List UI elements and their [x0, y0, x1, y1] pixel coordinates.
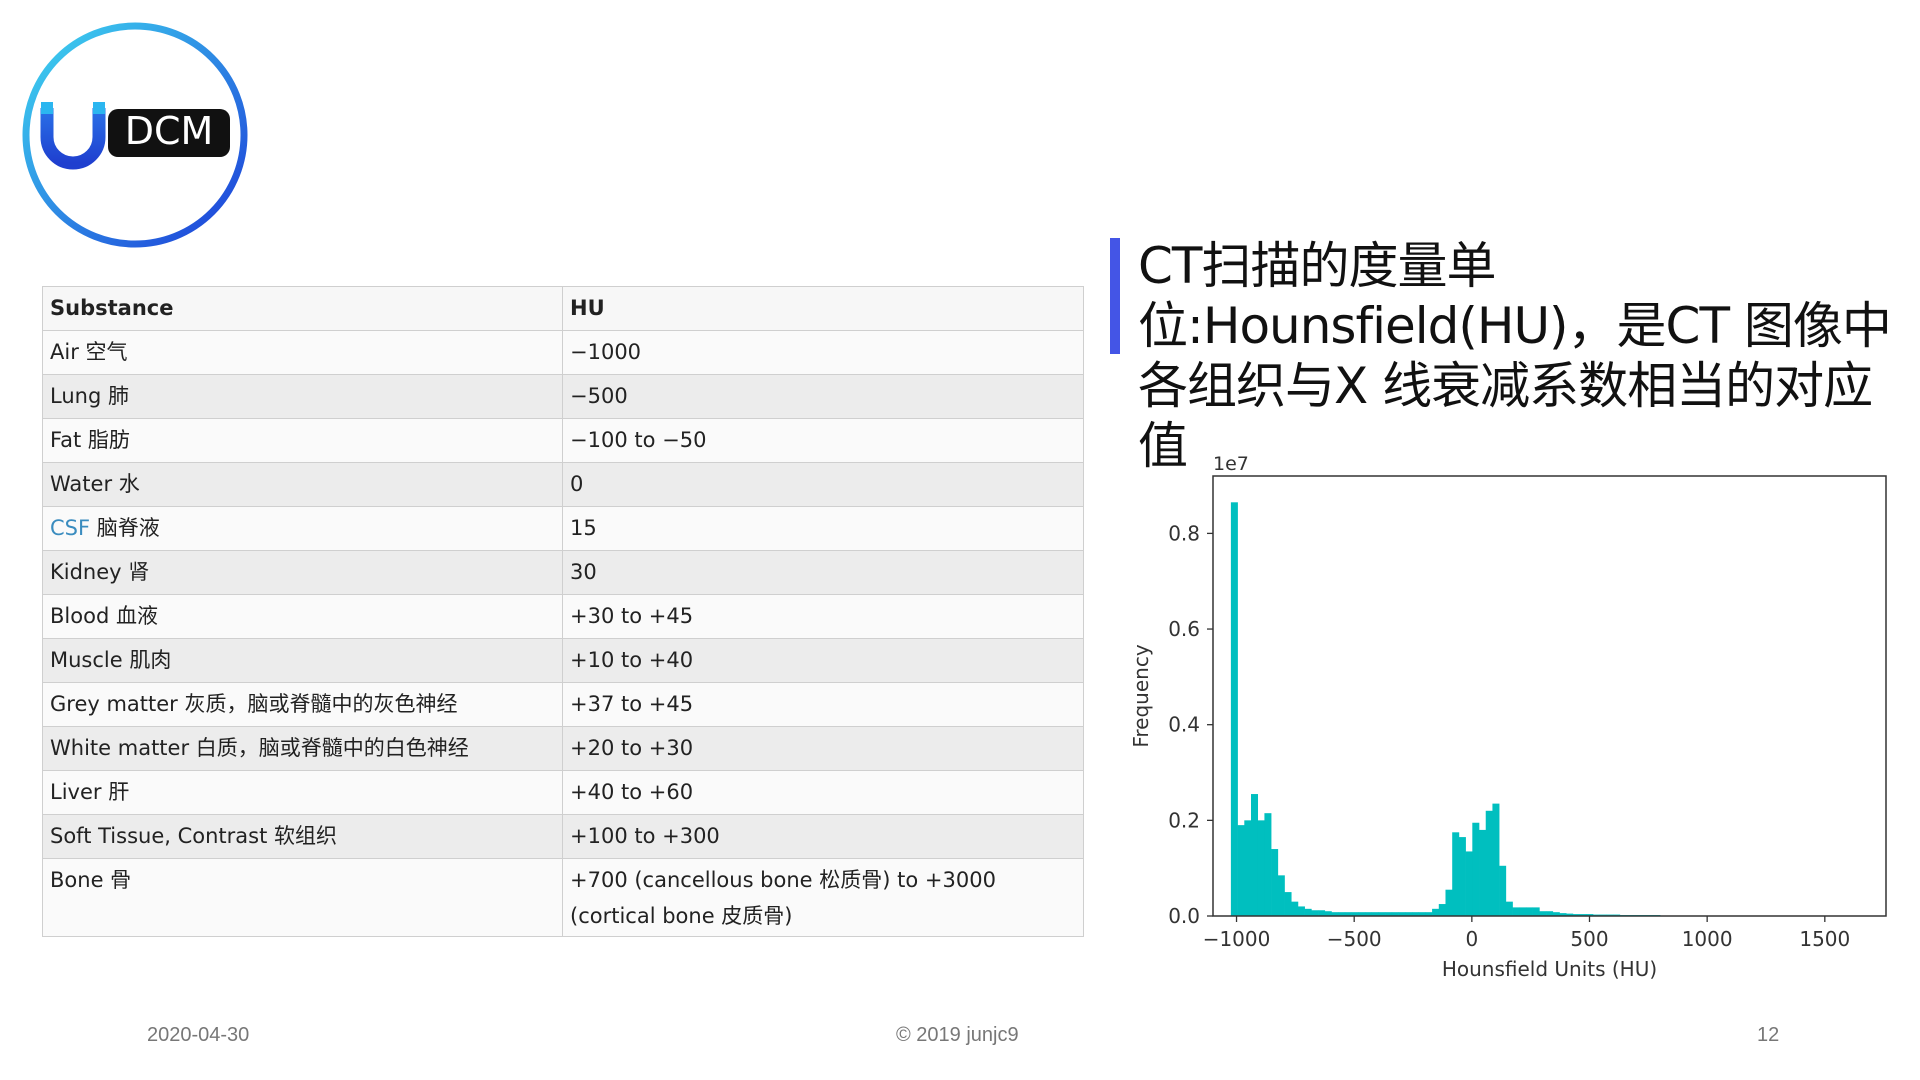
histogram-bar	[1297, 906, 1305, 916]
hu-cell: +37 to +45	[562, 682, 1084, 727]
y-tick-label: 0.0	[1168, 904, 1200, 928]
page-number: 12	[1757, 1024, 1780, 1046]
table-row: Air 空气 −1000	[42, 330, 1084, 375]
histogram-bar	[1458, 837, 1466, 916]
y-tick-label: 0.4	[1168, 713, 1200, 737]
histogram-bar	[1271, 849, 1279, 916]
histogram-bar	[1519, 907, 1527, 916]
substance-cell: Lung 肺	[42, 374, 563, 419]
hu-cell: +40 to +60	[562, 770, 1084, 815]
y-tick-label: 0.6	[1168, 617, 1200, 641]
histogram-bar	[1318, 910, 1326, 916]
plot-frame	[1212, 475, 1887, 917]
substance-cell: Liver 肝	[42, 770, 563, 815]
histogram-bar	[1445, 889, 1453, 916]
histogram-bar	[1291, 901, 1299, 916]
substance-cell: Kidney 肾	[42, 550, 563, 595]
histogram-bar	[1438, 904, 1446, 916]
footer-copyright: © 2019 junjc9	[896, 1024, 1019, 1046]
histogram-bar	[1230, 502, 1238, 916]
histogram-bar	[1244, 820, 1252, 916]
substance-cell: Grey matter 灰质，脑或脊髓中的灰色神经	[42, 682, 563, 727]
table-row: Liver 肝 +40 to +60	[42, 770, 1084, 815]
table-row: Muscle 肌肉 +10 to +40	[42, 638, 1084, 683]
histogram-bar	[1257, 820, 1265, 916]
table-row: Lung 肺 −500	[42, 374, 1084, 419]
udcm-logo: DCM	[20, 20, 250, 250]
hu-cell: 0	[562, 462, 1084, 507]
table-row: White matter 白质，脑或脊髓中的白色神经 +20 to +30	[42, 726, 1084, 771]
histogram-bar	[1532, 907, 1540, 916]
substance-cell: Soft Tissue, Contrast 软组织	[42, 814, 563, 859]
histogram-svg: −1000 −500 0 500 1000 1500 0.0 0.2 0.4 0.6 0.8 1e7 H…	[1129, 453, 1887, 981]
substance-cell: White matter 白质，脑或脊髓中的白色神经	[42, 726, 563, 771]
substance-cell: Water 水	[42, 462, 563, 507]
substance-cell: Fat 脂肪	[42, 418, 563, 463]
histogram-bar	[1505, 901, 1513, 916]
table-row: Fat 脂肪 −100 to −50	[42, 418, 1084, 463]
logo-text: DCM	[125, 109, 214, 153]
x-axis-label: Hounsfield Units (HU)	[1442, 957, 1657, 981]
y-axis-label: Frequency	[1129, 644, 1153, 747]
histogram-bar	[1277, 875, 1285, 916]
substance-cell: Blood 血液	[42, 594, 563, 639]
hu-cell: −100 to −50	[562, 418, 1084, 463]
hu-cell: 30	[562, 550, 1084, 595]
x-tick-label: 1000	[1682, 927, 1733, 951]
x-tick-label: 1500	[1799, 927, 1850, 951]
table-header-row: Substance HU	[42, 286, 1084, 331]
hu-histogram: −1000 −500 0 500 1000 1500 0.0 0.2 0.4 0.6 0.8 1e7 H…	[1120, 440, 1900, 1000]
table-row: Grey matter 灰质，脑或脊髓中的灰色神经 +37 to +45	[42, 682, 1084, 727]
histogram-bar	[1432, 908, 1440, 916]
hu-cell: +100 to +300	[562, 814, 1084, 859]
table-row: Bone 骨 +700 (cancellous bone 松质骨) to +30…	[42, 858, 1084, 937]
header-hu: HU	[562, 286, 1084, 331]
footer-date: 2020-04-30	[147, 1024, 250, 1046]
histogram-bar	[1237, 825, 1245, 916]
substance-cell: Muscle 肌肉	[42, 638, 563, 683]
table-row: Blood 血液 +30 to +45	[42, 594, 1084, 639]
histogram-bar	[1485, 810, 1493, 916]
histogram-bar	[1512, 907, 1520, 916]
table-row: Soft Tissue, Contrast 软组织 +100 to +300	[42, 814, 1084, 859]
hu-cell: +20 to +30	[562, 726, 1084, 771]
table-row: CSF 脑脊液 15	[42, 506, 1084, 551]
substance-cell: Bone 骨	[42, 858, 563, 937]
histogram-bar	[1492, 803, 1500, 916]
hu-cell: −1000	[562, 330, 1084, 375]
histogram-bar	[1304, 908, 1312, 916]
hu-cell: 15	[562, 506, 1084, 551]
y-scale-label: 1e7	[1213, 453, 1249, 475]
table-row: Kidney 肾 30	[42, 550, 1084, 595]
substance-rest: 脑脊液	[90, 516, 160, 540]
x-tick-label: −1000	[1203, 927, 1271, 951]
substance-cell: Air 空气	[42, 330, 563, 375]
x-tick-label: −500	[1327, 927, 1382, 951]
hu-cell: −500	[562, 374, 1084, 419]
histogram-bar	[1311, 910, 1319, 916]
histogram-bar	[1264, 813, 1272, 916]
x-tick-label: 500	[1570, 927, 1608, 951]
y-tick-label: 0.8	[1168, 521, 1200, 545]
histogram-bar	[1479, 829, 1487, 916]
hu-cell: +700 (cancellous bone 松质骨) to +3000 (cor…	[562, 858, 1084, 937]
histogram-bar	[1465, 851, 1473, 916]
hu-table: Substance HU Air 空气 −1000 Lung 肺 −500 Fa…	[42, 286, 1084, 937]
y-tick-label: 0.2	[1168, 808, 1200, 832]
substance-cell: CSF 脑脊液	[42, 506, 563, 551]
csf-link[interactable]: CSF	[50, 516, 90, 540]
histogram-bar	[1251, 794, 1259, 916]
x-tick-label: 0	[1465, 927, 1478, 951]
histogram-bar	[1284, 892, 1292, 916]
histogram-bar	[1452, 832, 1460, 916]
histogram-bar	[1472, 822, 1480, 916]
hu-cell: +10 to +40	[562, 638, 1084, 683]
histogram-bar	[1525, 907, 1533, 916]
table-row: Water 水 0	[42, 462, 1084, 507]
header-substance: Substance	[42, 286, 563, 331]
hu-cell: +30 to +45	[562, 594, 1084, 639]
histogram-bar	[1499, 865, 1507, 916]
title-accent-bar	[1110, 238, 1120, 354]
